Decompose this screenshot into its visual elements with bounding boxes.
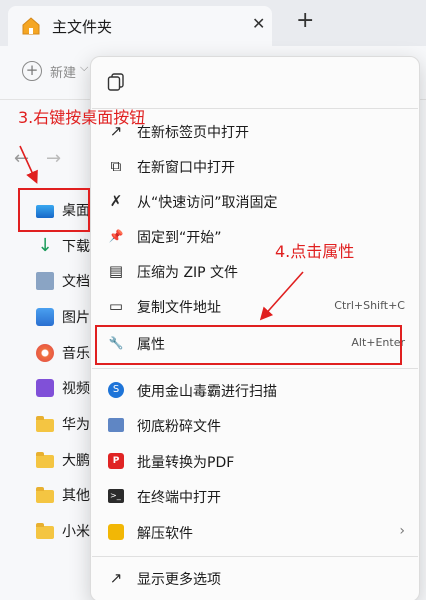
tab-title: 主文件夹 <box>52 18 113 36</box>
menu-item-label: 在终端中打开 <box>137 490 221 506</box>
menu-item-shred-file[interactable]: 彻底粉碎文件 <box>91 408 419 443</box>
home-icon <box>22 17 40 35</box>
new-icon[interactable]: + <box>22 61 42 81</box>
sidebar-item-label: 华为 <box>62 417 90 433</box>
more-options-icon: ↗ <box>109 569 123 587</box>
menu-item-batch-pdf[interactable]: P 批量转换为PDF <box>91 444 419 479</box>
sidebar-item-label: 大鹏 <box>62 453 90 469</box>
shred-icon <box>108 418 124 432</box>
unzip-icon <box>108 524 124 540</box>
menu-item-open-terminal[interactable]: >_ 在终端中打开 <box>91 479 419 514</box>
unpin-icon: ✗ <box>109 192 123 210</box>
menu-separator <box>92 556 418 557</box>
terminal-icon: >_ <box>108 489 124 503</box>
title-bar: 主文件夹 ✕ + <box>0 0 426 46</box>
folder-icon <box>36 487 54 503</box>
sidebar-item-label: 其他 <box>62 488 90 504</box>
music-icon <box>36 344 54 362</box>
menu-item-label: 批量转换为PDF <box>137 455 235 471</box>
zip-icon: ▤ <box>108 262 124 280</box>
tab-close-button[interactable]: ✕ <box>252 14 265 33</box>
back-button[interactable]: ← <box>14 148 29 169</box>
menu-item-show-more-options[interactable]: ↗ 显示更多选项 <box>91 561 419 596</box>
chevron-down-icon[interactable]: ⌵ <box>80 61 88 75</box>
open-new-window-icon: ⧉ <box>110 157 122 175</box>
menu-item-label: 使用金山毒霸进行扫描 <box>137 384 277 400</box>
sidebar-item-label: 音乐 <box>62 346 90 362</box>
pin-icon: 📌 <box>108 229 124 243</box>
folder-icon <box>36 452 54 468</box>
sidebar-item-label: 图片 <box>62 310 90 326</box>
tab-home-folder[interactable]: 主文件夹 ✕ <box>8 6 272 46</box>
menu-item-pin-to-start[interactable]: 📌 固定到“开始” <box>91 219 419 254</box>
menu-item-copy-path[interactable]: ▭ 复制文件地址 Ctrl+Shift+C <box>91 289 419 324</box>
copy-icon[interactable] <box>106 72 126 92</box>
menu-item-label: 解压软件 <box>137 526 193 542</box>
menu-separator <box>92 368 418 369</box>
chevron-right-icon: › <box>399 523 405 539</box>
menu-item-shortcut: Ctrl+Shift+C <box>334 299 405 312</box>
menu-item-label: 彻底粉碎文件 <box>137 419 221 435</box>
menu-item-label: 在新标签页中打开 <box>137 125 249 141</box>
download-icon: ↓ <box>37 235 53 256</box>
highlight-properties-box <box>95 325 402 365</box>
sidebar-item-label: 视频 <box>62 381 90 397</box>
new-button-label[interactable]: 新建 <box>50 62 76 81</box>
highlight-desktop-box <box>18 188 90 232</box>
sidebar-item-label: 文档 <box>62 274 90 290</box>
folder-icon <box>36 523 54 539</box>
copy-path-icon: ▭ <box>108 297 124 315</box>
menu-item-unzip-software[interactable]: 解压软件 › <box>91 515 419 550</box>
menu-item-label: 显示更多选项 <box>137 572 221 588</box>
menu-item-label: 在新窗口中打开 <box>137 160 235 176</box>
sidebar-item-label: 下载 <box>62 239 90 255</box>
menu-item-open-new-window[interactable]: ⧉ 在新窗口中打开 <box>91 149 419 184</box>
pdf-icon: P <box>108 453 124 469</box>
annotation-step3: 3.右键按桌面按钮 <box>18 108 146 127</box>
annotation-step4: 4.点击属性 <box>275 242 355 261</box>
new-tab-button[interactable]: + <box>296 10 314 32</box>
video-icon <box>36 379 54 397</box>
menu-item-unpin-quick-access[interactable]: ✗ 从“快速访问”取消固定 <box>91 184 419 219</box>
menu-item-label: 压缩为 ZIP 文件 <box>137 265 239 281</box>
kingsoft-scan-icon: S <box>108 382 124 398</box>
menu-item-label: 固定到“开始” <box>137 230 222 246</box>
menu-item-label: 复制文件地址 <box>137 300 221 316</box>
menu-item-label: 从“快速访问”取消固定 <box>137 195 278 211</box>
document-icon <box>36 272 54 290</box>
sidebar-item-label: 小米 <box>62 524 90 540</box>
menu-item-kingsoft-scan[interactable]: S 使用金山毒霸进行扫描 <box>91 373 419 408</box>
folder-icon <box>36 416 54 432</box>
menu-item-compress-zip[interactable]: ▤ 压缩为 ZIP 文件 <box>91 254 419 289</box>
picture-icon <box>36 308 54 326</box>
forward-button[interactable]: → <box>46 148 61 169</box>
